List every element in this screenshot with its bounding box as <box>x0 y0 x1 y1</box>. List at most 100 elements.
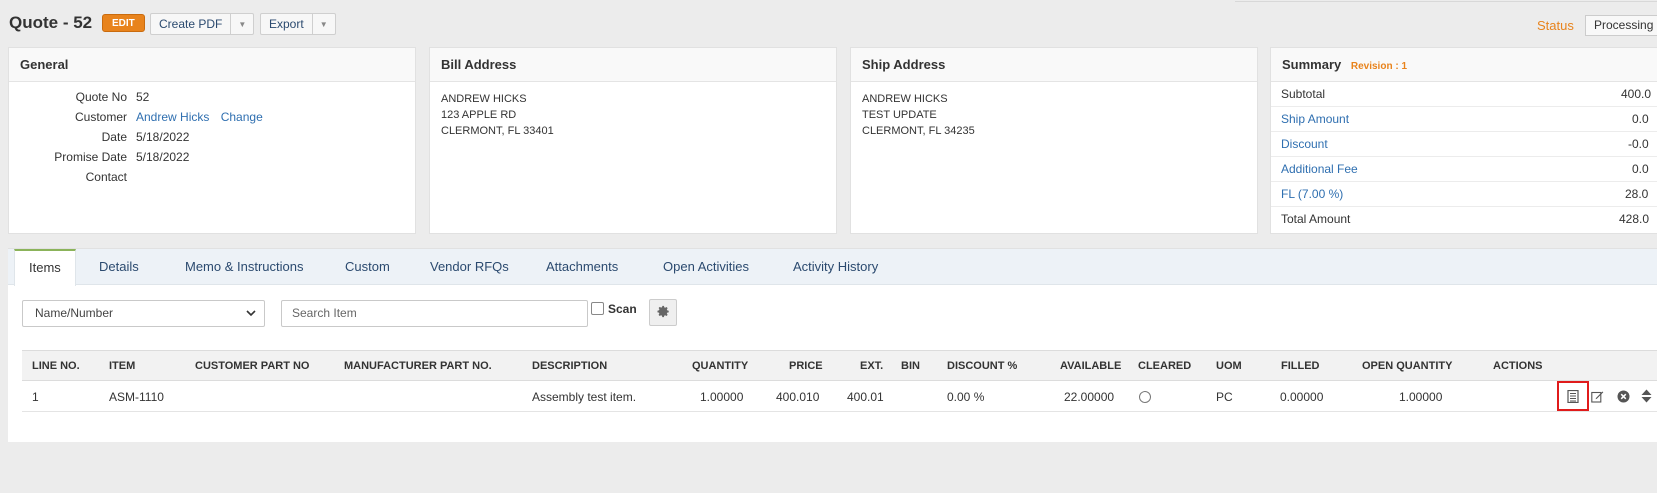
total-amount-label: Total Amount <box>1281 212 1351 226</box>
status-select[interactable]: Processing <box>1585 15 1657 36</box>
tax-value: 28.0 <box>1625 187 1649 201</box>
search-item-input[interactable]: Search Item <box>281 300 588 327</box>
tab-bar: Items Details Memo & Instructions Custom… <box>8 249 1657 286</box>
tab-memo-instructions[interactable]: Memo & Instructions <box>171 249 318 285</box>
search-by-select[interactable]: Name/Number <box>22 300 265 327</box>
col-discount[interactable]: DISCOUNT % <box>947 360 1017 372</box>
ship-amount-value: 0.0 <box>1632 112 1649 126</box>
tab-details[interactable]: Details <box>85 249 153 285</box>
scan-checkbox[interactable] <box>591 302 604 315</box>
gear-icon <box>656 305 670 321</box>
export-dropdown-toggle[interactable]: ▼ <box>313 14 335 34</box>
export-button[interactable]: Export <box>261 14 313 34</box>
cell-open-quantity: 1.00000 <box>1399 390 1443 404</box>
quote-no-row: Quote No 52 <box>9 90 150 106</box>
general-panel: General Quote No 52 Customer Andrew Hick… <box>8 47 416 234</box>
col-customer-part-no[interactable]: CUSTOMER PART NO <box>195 360 310 372</box>
col-quantity[interactable]: QUANTITY <box>692 360 748 372</box>
customer-row: Customer Andrew Hicks Change <box>9 110 263 126</box>
create-pdf-split-button: Create PDF ▼ <box>150 13 255 35</box>
col-filled[interactable]: FILLED <box>1281 360 1320 372</box>
additional-fee-link[interactable]: Additional Fee <box>1281 162 1358 176</box>
customer-link[interactable]: Andrew Hicks <box>136 110 209 124</box>
date-value: 5/18/2022 <box>136 130 190 144</box>
cell-uom: PC <box>1216 390 1233 404</box>
create-pdf-dropdown-toggle[interactable]: ▼ <box>231 14 253 34</box>
cell-line-no: 1 <box>32 390 39 404</box>
bill-address-line: CLERMONT, FL 33401 <box>441 125 554 137</box>
date-label: Date <box>101 130 127 144</box>
additional-fee-value: 0.0 <box>1632 162 1649 176</box>
bill-address-line: 123 APPLE RD <box>441 109 517 121</box>
item-link[interactable]: ASM-1110 <box>109 390 164 404</box>
cleared-radio[interactable] <box>1139 391 1151 403</box>
tab-attachments[interactable]: Attachments <box>532 249 632 285</box>
items-section: Items Details Memo & Instructions Custom… <box>8 248 1657 442</box>
date-row: Date 5/18/2022 <box>9 130 190 146</box>
status-label: Status <box>1537 18 1574 33</box>
cell-price: 400.010 <box>776 390 820 404</box>
tab-activity-history[interactable]: Activity History <box>779 249 892 285</box>
summary-row: Ship Amount 0.0 <box>1271 107 1657 132</box>
col-ext[interactable]: EXT. <box>860 360 883 372</box>
bill-address-title: Bill Address <box>430 48 836 82</box>
summary-row: Total Amount 428.0 <box>1271 207 1657 232</box>
col-manufacturer-part-no[interactable]: MANUFACTURER PART NO. <box>344 360 492 372</box>
tab-custom[interactable]: Custom <box>331 249 404 285</box>
discount-value: -0.0 <box>1628 137 1649 151</box>
customer-field: Andrew Hicks Change <box>136 110 263 124</box>
search-by-value: Name/Number <box>35 306 114 320</box>
sort-arrows-icon[interactable] <box>1639 389 1653 403</box>
items-grid-header: LINE NO. ITEM CUSTOMER PART NO MANUFACTU… <box>22 350 1657 381</box>
chevron-down-icon <box>246 301 256 336</box>
col-line-no[interactable]: LINE NO. <box>32 360 80 372</box>
ship-address-block: ANDREW HICKS TEST UPDATE CLERMONT, FL 34… <box>851 82 1257 148</box>
discount-link[interactable]: Discount <box>1281 137 1328 151</box>
general-panel-title: General <box>9 48 415 82</box>
cell-discount: 0.00 % <box>947 390 985 404</box>
tab-items[interactable]: Items <box>14 249 76 286</box>
summary-title: Summary <box>1282 57 1342 72</box>
summary-row: Discount -0.0 <box>1271 132 1657 157</box>
tab-open-activities[interactable]: Open Activities <box>649 249 763 285</box>
col-available[interactable]: AVAILABLE <box>1060 360 1121 372</box>
col-actions: ACTIONS <box>1493 360 1543 372</box>
grid-settings-button[interactable] <box>649 299 677 326</box>
contact-row: Contact <box>9 170 127 186</box>
revision-badge: Revision : 1 <box>1350 61 1408 72</box>
ship-address-title: Ship Address <box>851 48 1257 82</box>
col-open-quantity[interactable]: OPEN QUANTITY <box>1362 360 1452 372</box>
tax-link[interactable]: FL (7.00 %) <box>1281 187 1343 201</box>
total-amount-value: 428.0 <box>1619 212 1650 226</box>
create-pdf-button[interactable]: Create PDF <box>151 14 232 34</box>
edit-button[interactable]: EDIT <box>102 14 145 32</box>
edit-icon[interactable] <box>1590 389 1604 403</box>
tab-vendor-rfqs[interactable]: Vendor RFQs <box>416 249 523 285</box>
col-item[interactable]: ITEM <box>109 360 135 372</box>
col-bin[interactable]: BIN <box>901 360 920 372</box>
customer-label: Customer <box>74 110 127 124</box>
promise-date-row: Promise Date 5/18/2022 <box>9 150 189 166</box>
summary-row: Additional Fee 0.0 <box>1271 157 1657 182</box>
col-description[interactable]: DESCRIPTION <box>532 360 607 372</box>
summary-panel: Summary Revision : 1 Subtotal 400.0 Ship… <box>1270 47 1657 234</box>
cell-ext: 400.01 <box>847 390 884 404</box>
cell-quantity: 1.00000 <box>700 390 744 404</box>
col-uom[interactable]: UOM <box>1216 360 1242 372</box>
ship-amount-link[interactable]: Ship Amount <box>1281 112 1349 126</box>
cell-filled: 0.00000 <box>1280 390 1324 404</box>
ship-address-line: CLERMONT, FL 34235 <box>862 125 975 137</box>
table-row: 1 ASM-1110 Assembly test item. 1.00000 4… <box>22 381 1657 412</box>
col-cleared[interactable]: CLEARED <box>1138 360 1191 372</box>
quote-no-label: Quote No <box>75 90 127 104</box>
list-view-icon[interactable] <box>1566 389 1580 403</box>
ship-address-line: TEST UPDATE <box>862 109 937 121</box>
summary-panel-head: Summary Revision : 1 <box>1271 48 1657 82</box>
remove-circle-icon[interactable] <box>1616 389 1630 403</box>
change-customer-link[interactable]: Change <box>221 110 263 124</box>
quote-no-value: 52 <box>136 90 150 104</box>
cell-description: Assembly test item. <box>532 390 637 404</box>
header-divider <box>1235 0 1657 2</box>
cell-available: 22.00000 <box>1064 390 1115 404</box>
col-price[interactable]: PRICE <box>789 360 823 372</box>
